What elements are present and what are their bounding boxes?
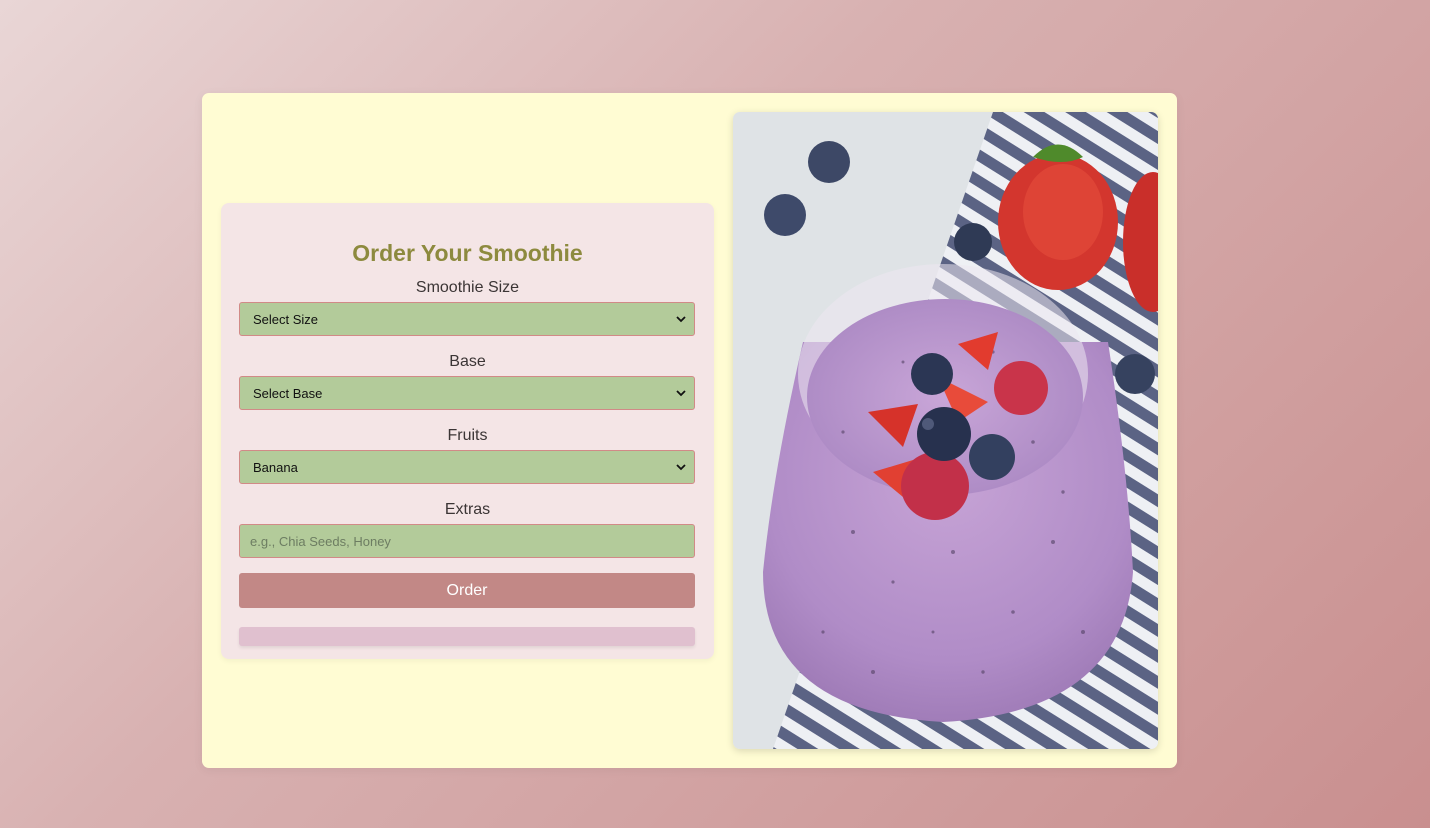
order-button[interactable]: Order bbox=[239, 573, 695, 608]
extras-label: Extras bbox=[444, 501, 491, 518]
chevron-down-icon bbox=[676, 464, 686, 471]
base-label: Base bbox=[449, 353, 486, 370]
main-card: Order Your Smoothie Smoothie Size Select… bbox=[202, 93, 1177, 768]
extras-input[interactable] bbox=[239, 524, 695, 558]
fruits-label: Fruits bbox=[447, 427, 488, 444]
form-title: Order Your Smoothie bbox=[352, 240, 583, 266]
order-form: Order Your Smoothie Smoothie Size Select… bbox=[221, 203, 714, 659]
fruits-value: Banana bbox=[253, 459, 298, 475]
fruits-select[interactable]: Banana bbox=[239, 450, 695, 484]
smoothie-size-label: Smoothie Size bbox=[415, 279, 520, 296]
berry-smoothie-photo bbox=[733, 112, 1158, 749]
base-value: Select Base bbox=[253, 385, 323, 401]
smoothie-size-value: Select Size bbox=[253, 311, 319, 327]
smoothie-size-select[interactable]: Select Size bbox=[239, 302, 695, 336]
chevron-down-icon bbox=[676, 316, 686, 323]
order-result bbox=[239, 627, 695, 646]
chevron-down-icon bbox=[676, 390, 686, 397]
base-select[interactable]: Select Base bbox=[239, 376, 695, 410]
